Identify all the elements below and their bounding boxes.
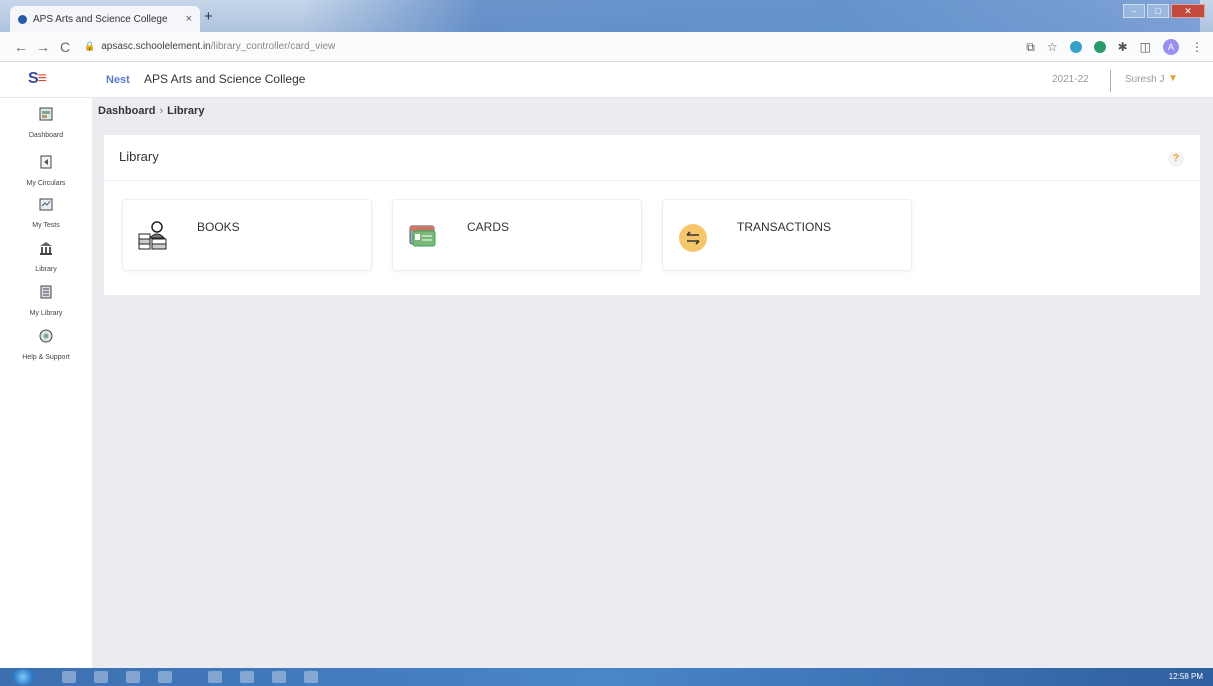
puzzle-icon[interactable]: ✱ [1118, 40, 1128, 54]
system-clock[interactable]: 12:58 PM [1169, 672, 1203, 681]
transactions-label: TRANSACTIONS [737, 220, 832, 234]
help-icon[interactable]: ? [1168, 151, 1184, 167]
books-label: BOOKS [197, 220, 240, 234]
dashboard-icon [39, 107, 53, 121]
sidebar-item-help-support[interactable]: Help & Support [0, 328, 92, 364]
os-taskbar: 12:58 PM [0, 668, 1213, 686]
user-menu-caret-icon[interactable]: ▼ [1168, 73, 1178, 84]
sidebar-item-my-library[interactable]: My Library [0, 284, 92, 320]
url-path: /library_controller/card_view [210, 41, 336, 52]
taskbar-app-icon[interactable] [158, 671, 172, 683]
breadcrumb: Dashboard › Library [98, 105, 204, 117]
extension-icon[interactable] [1069, 41, 1082, 53]
taskbar-app-icon[interactable] [94, 671, 108, 683]
my-library-icon [40, 285, 52, 299]
start-button[interactable] [12, 669, 34, 685]
sidebar-item-my-circulars[interactable]: My Circulars [0, 154, 92, 190]
taskbar-app-icon[interactable] [62, 671, 76, 683]
nest-brand: Nest [106, 74, 130, 86]
tab-close-button[interactable]: × [186, 13, 192, 25]
library-panel: Library ? BOOKS CARDS TRANSACTIONS [104, 135, 1200, 295]
taskbar-browser-icon[interactable] [272, 671, 286, 683]
new-tab-button[interactable]: + [204, 8, 213, 25]
cards-card[interactable]: CARDS [392, 199, 642, 271]
page-title: Library [119, 149, 159, 164]
library-icon [40, 242, 52, 255]
address-bar: ← → C 🔒 apsasc.schoolelement.in /library… [0, 32, 1213, 62]
back-arrow-icon[interactable]: ← [10, 39, 32, 55]
cards-label: CARDS [467, 220, 510, 234]
lock-icon: 🔒 [84, 41, 96, 51]
transactions-card[interactable]: TRANSACTIONS [662, 199, 912, 271]
breadcrumb-current: Library [167, 105, 205, 117]
tab-title: APS Arts and Science College [33, 13, 168, 25]
menu-kebab-icon[interactable]: ⋮ [1191, 40, 1203, 54]
breadcrumb-dashboard-link[interactable]: Dashboard [98, 105, 155, 117]
books-card[interactable]: BOOKS [122, 199, 372, 271]
tests-icon [39, 198, 53, 211]
profile-avatar[interactable]: A [1163, 39, 1179, 55]
help-support-icon [39, 329, 53, 343]
header-divider [1110, 70, 1111, 92]
library-card-icon [409, 225, 436, 247]
forward-arrow-icon[interactable]: → [32, 39, 54, 55]
taskbar-app-icon[interactable] [208, 671, 222, 683]
window-background [300, 0, 1200, 32]
sidebar-item-library[interactable]: Library [0, 240, 92, 276]
transactions-icon [679, 224, 707, 252]
extension-shield-icon[interactable] [1093, 41, 1106, 53]
share-icon[interactable]: ⧉ [1026, 40, 1035, 55]
reload-icon[interactable]: C [54, 39, 76, 55]
app-header: S≡ Nest APS Arts and Science College 202… [0, 62, 1213, 98]
panel-header: Library ? [104, 135, 1200, 181]
window-controls: – □ ✕ [1123, 4, 1205, 18]
books-reader-icon [138, 221, 167, 250]
taskbar-app-icon[interactable] [126, 671, 140, 683]
app-logo[interactable]: S≡ [28, 70, 47, 88]
minimize-button[interactable]: – [1123, 4, 1145, 18]
sidebar-item-dashboard[interactable]: Dashboard [0, 106, 92, 142]
breadcrumb-separator: › [159, 105, 164, 117]
taskbar-app-icon[interactable] [240, 671, 254, 683]
url-field[interactable]: 🔒 apsasc.schoolelement.in /library_contr… [84, 41, 335, 52]
sidebar-item-my-tests[interactable]: My Tests [0, 196, 92, 232]
browser-tab[interactable]: APS Arts and Science College × [10, 6, 200, 32]
academic-year[interactable]: 2021-22 [1052, 74, 1089, 85]
circulars-icon [40, 155, 52, 169]
bookmark-star-icon[interactable]: ☆ [1047, 40, 1058, 54]
sidepanel-icon[interactable]: ◫ [1140, 40, 1151, 54]
browser-extensions: ⧉ ☆ ✱ ◫ A ⋮ [1026, 39, 1203, 55]
browser-tab-strip: APS Arts and Science College × + – □ ✕ [0, 0, 1213, 32]
sidebar: Dashboard My Circulars My Tests Library … [0, 98, 92, 668]
favicon-icon [18, 14, 27, 24]
taskbar-app-icon[interactable] [304, 671, 318, 683]
college-name: APS Arts and Science College [144, 72, 306, 86]
maximize-button[interactable]: □ [1147, 4, 1169, 18]
user-name[interactable]: Suresh J [1125, 74, 1164, 85]
url-domain: apsasc.schoolelement.in [101, 41, 211, 52]
close-window-button[interactable]: ✕ [1171, 4, 1205, 18]
